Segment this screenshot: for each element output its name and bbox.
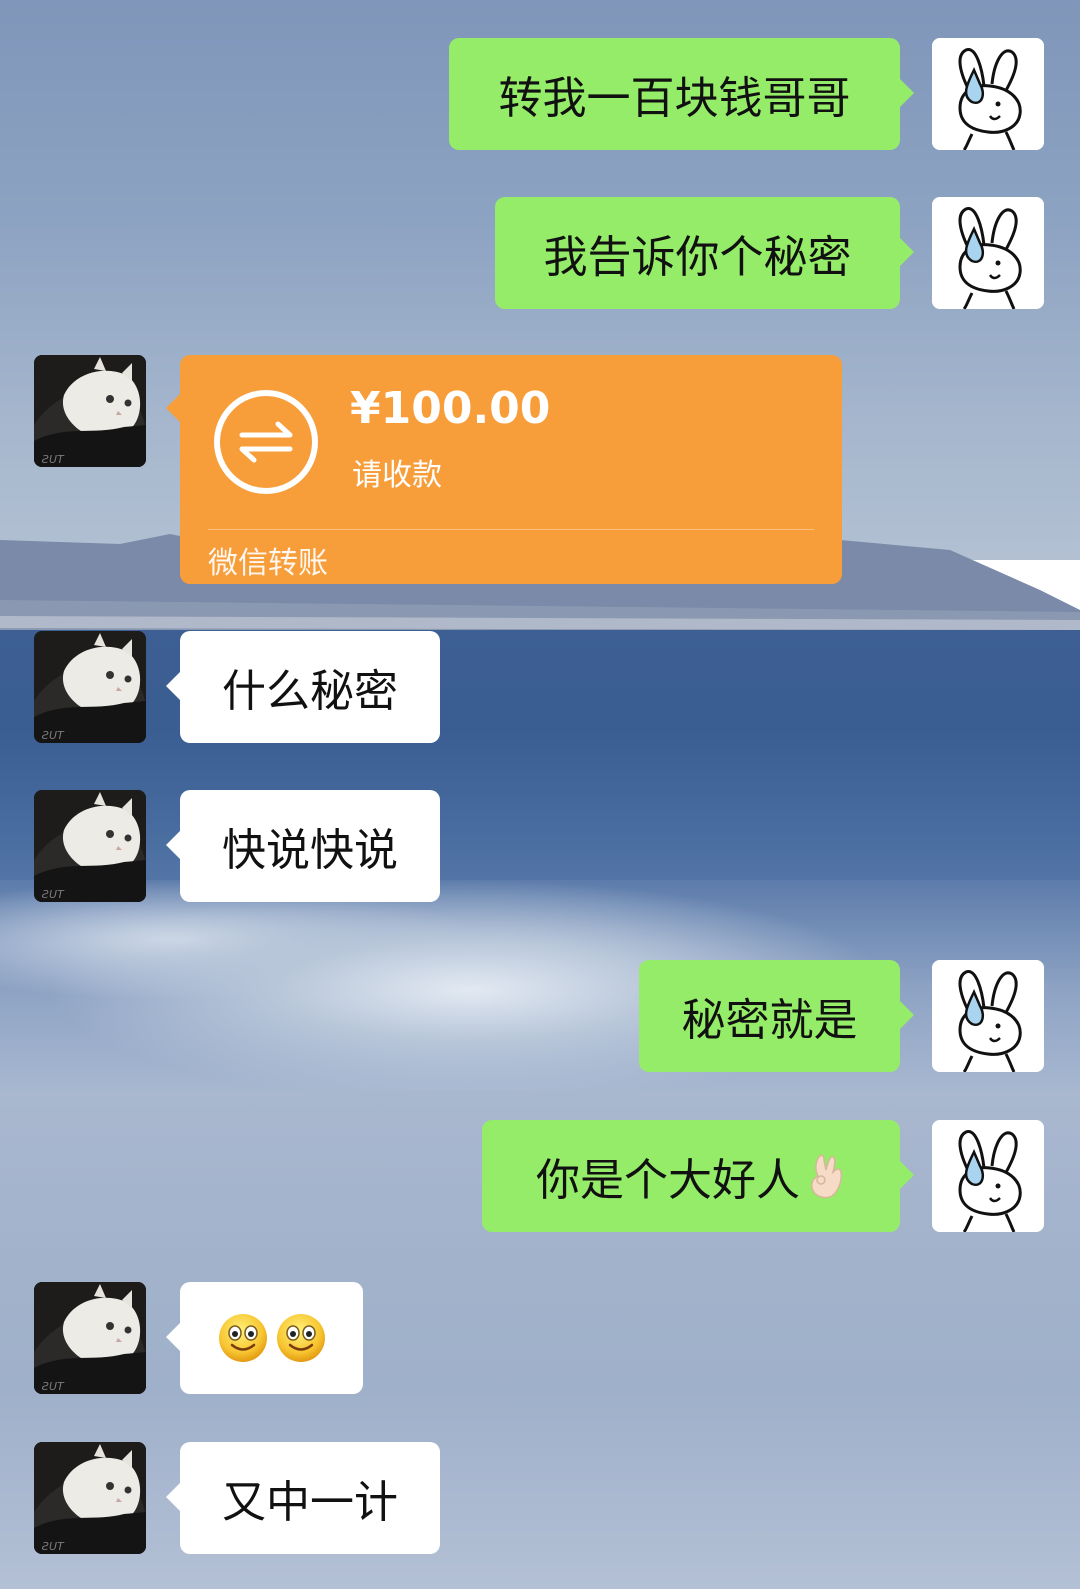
transfer-divider (208, 529, 814, 530)
svg-text:ƧUT: ƧUT (41, 453, 65, 466)
smiley-face-emoji-icon (276, 1314, 325, 1362)
contact-avatar[interactable]: ƧUT (34, 1282, 146, 1394)
message-text: 你是个大好人 (536, 1155, 800, 1206)
white-cat-avatar-icon: ƧUT (34, 631, 146, 743)
svg-text:ƧUT: ƧUT (41, 888, 65, 901)
bunny-avatar-icon (932, 197, 1044, 309)
message-text: 什么秘密 (222, 666, 398, 717)
message-text: 秘密就是 (681, 995, 858, 1046)
self-avatar[interactable] (932, 197, 1044, 309)
message-text: 我告诉你个秘密 (543, 232, 852, 283)
background-surf (0, 880, 1080, 1100)
outgoing-message-bubble[interactable]: 我告诉你个秘密 (495, 197, 914, 309)
bunny-avatar-icon (932, 38, 1044, 150)
outgoing-message-bubble[interactable]: 秘密就是 (639, 960, 914, 1072)
outgoing-message-bubble[interactable]: 转我一百块钱哥哥 (449, 38, 914, 150)
message-text: 转我一百块钱哥哥 (498, 73, 851, 124)
contact-avatar[interactable]: ƧUT (34, 1442, 146, 1554)
white-cat-avatar-icon: ƧUT (34, 355, 146, 467)
white-cat-avatar-icon: ƧUT (34, 790, 146, 902)
bunny-avatar-icon (932, 960, 1044, 1072)
transfer-amount: ¥100.00 (350, 383, 551, 434)
smiley-face-emoji-icon (218, 1314, 267, 1362)
contact-avatar[interactable]: ƧUT (34, 790, 146, 902)
self-avatar[interactable] (932, 960, 1044, 1072)
self-avatar[interactable] (932, 1120, 1044, 1232)
svg-text:ƧUT: ƧUT (41, 1540, 65, 1553)
transfer-card[interactable]: ¥100.00 请收款 微信转账 (166, 355, 842, 584)
transfer-footer-label: 微信转账 (208, 546, 328, 581)
transfer-status: 请收款 (352, 458, 442, 493)
incoming-message-bubble[interactable]: 快说快说 (166, 790, 440, 902)
incoming-message-bubble[interactable]: 又中一计 (166, 1442, 440, 1554)
outgoing-message-bubble[interactable]: 你是个大好人 (482, 1120, 914, 1232)
svg-text:ƧUT: ƧUT (41, 1380, 65, 1393)
self-avatar[interactable] (932, 38, 1044, 150)
bunny-avatar-icon (932, 1120, 1044, 1232)
white-cat-avatar-icon: ƧUT (34, 1442, 146, 1554)
contact-avatar[interactable]: ƧUT (34, 355, 146, 467)
incoming-emoji-bubble[interactable] (166, 1282, 363, 1394)
ok-hand-emoji-icon (811, 1154, 842, 1199)
incoming-message-bubble[interactable]: 什么秘密 (166, 631, 440, 743)
message-text: 又中一计 (222, 1477, 398, 1528)
contact-avatar[interactable]: ƧUT (34, 631, 146, 743)
svg-text:ƧUT: ƧUT (41, 729, 65, 742)
message-text: 快说快说 (222, 825, 398, 876)
transfer-arrows-icon (214, 390, 318, 494)
white-cat-avatar-icon: ƧUT (34, 1282, 146, 1394)
